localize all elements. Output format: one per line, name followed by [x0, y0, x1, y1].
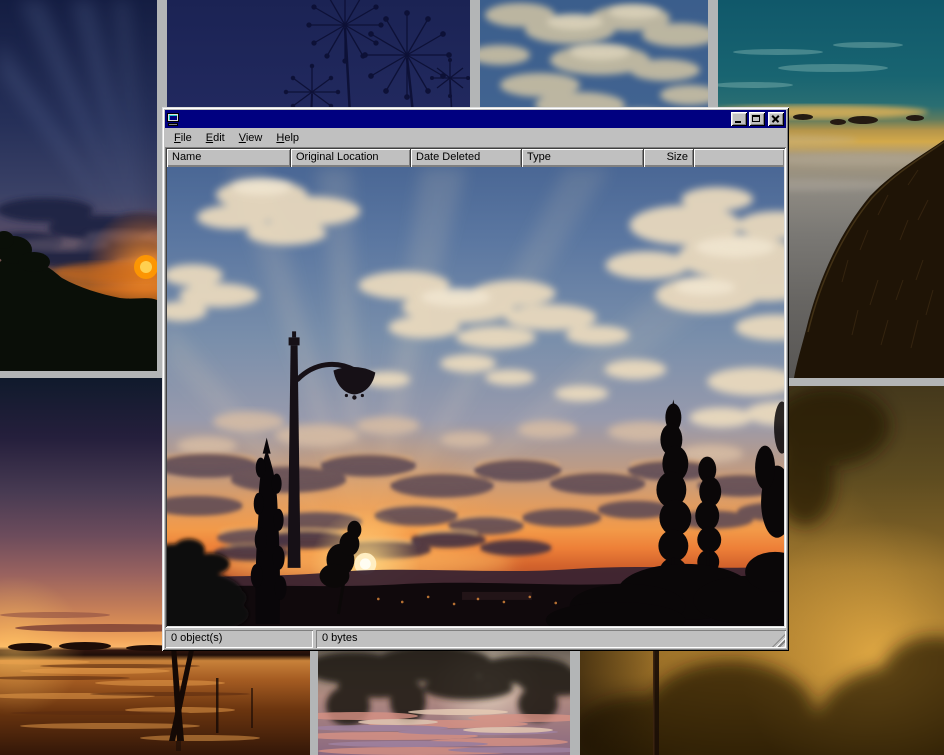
minimize-icon: [735, 121, 741, 123]
title-bar[interactable]: [165, 110, 786, 128]
maximize-icon: [752, 115, 760, 122]
column-header-type[interactable]: Type: [522, 149, 644, 167]
sunset-streetlamp-photo: [167, 167, 784, 626]
minimize-button[interactable]: [731, 112, 747, 126]
desktop-collage: File Edit View Help Name Original Locati…: [0, 0, 944, 755]
menu-edit[interactable]: Edit: [199, 130, 232, 146]
column-header-date-deleted[interactable]: Date Deleted: [411, 149, 522, 167]
maximize-button[interactable]: [749, 112, 765, 126]
recycle-bin-window: File Edit View Help Name Original Locati…: [162, 107, 789, 651]
close-button[interactable]: [768, 112, 784, 126]
list-client-area: [167, 167, 784, 626]
list-view: Name Original Location Date Deleted Type…: [165, 147, 786, 628]
status-bar: 0 object(s) 0 bytes: [165, 628, 786, 648]
photo-sunset-rays-svg: [0, 0, 157, 371]
menu-file[interactable]: File: [167, 130, 199, 146]
column-header-filler: [694, 149, 784, 167]
column-header-size[interactable]: Size: [644, 149, 694, 167]
column-header-name[interactable]: Name: [167, 149, 291, 167]
column-header-original-location[interactable]: Original Location: [291, 149, 411, 167]
photo-sunset-rays-over-trees: [0, 0, 157, 371]
menu-view[interactable]: View: [232, 130, 270, 146]
menu-bar: File Edit View Help: [165, 128, 786, 147]
computer-icon: [167, 113, 181, 126]
status-object-count: 0 object(s): [165, 630, 313, 648]
column-header-row: Name Original Location Date Deleted Type…: [167, 149, 784, 167]
status-size: 0 bytes: [316, 630, 786, 648]
menu-help[interactable]: Help: [269, 130, 306, 146]
